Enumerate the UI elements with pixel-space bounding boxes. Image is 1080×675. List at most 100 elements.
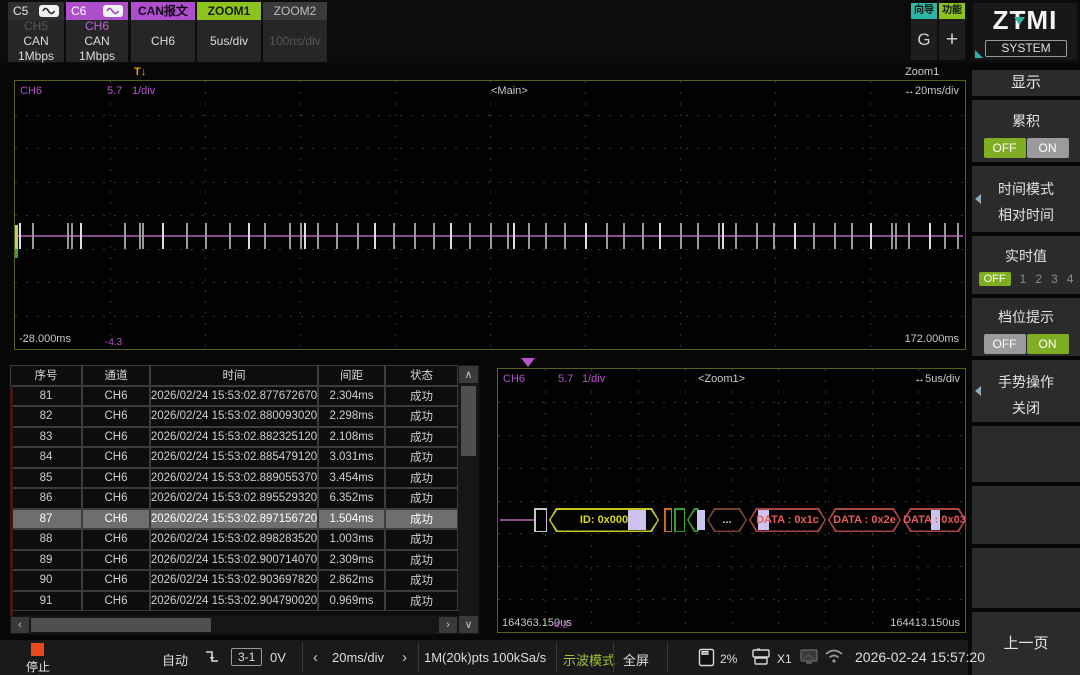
vertical-scrollbar[interactable]: ∧ ∨ xyxy=(458,365,479,634)
decode-segment-id: ID: 0x000 xyxy=(549,508,659,532)
table-cell: 3.031ms xyxy=(318,447,385,468)
realtime-option-4[interactable]: 4 xyxy=(1067,272,1074,286)
table-row[interactable]: 88 CH6 2026/02/24 15:53:02.898283520 1.003m… xyxy=(10,529,480,550)
function-button[interactable]: 功能 + xyxy=(939,3,965,60)
expand-left-arrow-icon xyxy=(975,194,981,204)
table-cell: 成功 xyxy=(385,447,458,468)
system-button[interactable]: SYSTEM xyxy=(985,40,1067,57)
panel-gear-hint: 档位提示 OFF ON xyxy=(972,298,1080,356)
scroll-left-button[interactable]: ‹ xyxy=(11,617,29,633)
can-frame-tick xyxy=(756,223,758,249)
status-bar: 停止 自动 3-1 0V ‹ 20ms/div › 1M(20k)pts 100… xyxy=(0,640,985,675)
sidebar-title: 显示 xyxy=(1010,74,1041,91)
realtime-off-button[interactable]: OFF xyxy=(978,272,1011,286)
scroll-right-button[interactable]: › xyxy=(439,617,457,633)
tab-zoom2-info[interactable]: 100ns/div xyxy=(263,20,327,62)
scale-value: 5.7 xyxy=(107,85,123,97)
table-row[interactable]: 90 CH6 2026/02/24 15:53:02.903697820 2.862m… xyxy=(10,570,480,591)
wifi-icon[interactable] xyxy=(824,649,844,665)
can-frame-tick xyxy=(433,223,435,249)
panel-time-mode[interactable]: 时间模式 相对时间 xyxy=(972,166,1080,232)
table-row[interactable]: 89 CH6 2026/02/24 15:53:02.900714070 2.309m… xyxy=(10,549,480,570)
gesture-value: 关闭 xyxy=(1012,400,1040,416)
tab-can-info[interactable]: CH6 xyxy=(131,20,195,62)
tab-zoom1-info[interactable]: 5us/div xyxy=(197,20,261,62)
right-sidebar: 显示 累积 OFF ON 时间模式 相对时间 实时值 OFF 1 2 3 4 档… xyxy=(972,66,1080,675)
timebase-next-button[interactable]: › xyxy=(402,649,407,666)
tab-zoom1[interactable]: ZOOM1 5us/div xyxy=(197,2,261,62)
can-frame-tick xyxy=(735,223,738,249)
tab-c6[interactable]: C6 CH6 CAN 1Mbps xyxy=(66,2,128,63)
table-cell: CH6 xyxy=(82,385,150,406)
table-row[interactable]: 81 CH6 2026/02/24 15:53:02.877672670 2.304m… xyxy=(10,385,480,406)
horizontal-scrollbar[interactable]: ‹ › xyxy=(10,616,458,634)
table-row[interactable]: 82 CH6 2026/02/24 15:53:02.880093020 2.298m… xyxy=(10,406,480,427)
trigger-level-label[interactable]: 0V xyxy=(270,650,286,665)
table-cell: 2026/02/24 15:53:02.882325120 xyxy=(150,426,318,447)
main-waveform-plot[interactable]: CH6 5.7 1/div <Main> ↔20ms/div -28.000ms… xyxy=(14,80,966,350)
timebase-prev-button[interactable]: ‹ xyxy=(313,649,318,666)
can-frame-tick xyxy=(317,223,320,249)
tab-c6-title: C6 xyxy=(71,4,87,18)
can-frame-tick xyxy=(545,223,548,249)
table-row[interactable]: 84 CH6 2026/02/24 15:53:02.885479120 3.031m… xyxy=(10,447,480,468)
tab-can-message[interactable]: CAN报文 CH6 xyxy=(131,2,195,62)
storage-icon[interactable]: 150 xyxy=(698,648,715,667)
panel-gesture[interactable]: 手势操作 关闭 xyxy=(972,360,1080,422)
table-row[interactable]: 86 CH6 2026/02/24 15:53:02.895529320 6.352m… xyxy=(10,488,480,509)
plus-icon: + xyxy=(945,27,959,51)
table-cell: CH6 xyxy=(82,529,150,550)
accumulate-off-button[interactable]: OFF xyxy=(983,138,1026,158)
table-row[interactable]: 87 CH6 2026/02/24 15:53:02.897156720 1.504m… xyxy=(10,508,480,529)
record-points-label: 1M(20k)pts xyxy=(424,650,490,665)
run-state-label[interactable]: 停止 xyxy=(15,658,61,675)
table-row[interactable]: 85 CH6 2026/02/24 15:53:02.889055370 3.454m… xyxy=(10,467,480,488)
scroll-up-button[interactable]: ∧ xyxy=(459,366,478,383)
tab-c5-info[interactable]: CH5 CAN 1Mbps xyxy=(8,19,64,63)
table-cell: 84 xyxy=(10,447,82,468)
horizontal-scroll-thumb[interactable] xyxy=(31,618,211,632)
trigger-mode-label[interactable]: 自动 xyxy=(162,650,188,669)
gear-hint-on-button[interactable]: ON xyxy=(1026,334,1069,354)
can-frame-tick xyxy=(71,223,74,249)
datetime-label: 2026-02-24 15:57:20 xyxy=(855,649,985,665)
scope-mode-label[interactable]: 示波模式 xyxy=(563,650,615,669)
table-cell: 成功 xyxy=(385,406,458,427)
wizard-button[interactable]: 向导 G xyxy=(911,3,937,60)
realtime-option-2[interactable]: 2 xyxy=(1035,272,1042,286)
table-row[interactable]: 91 CH6 2026/02/24 15:53:02.904790020 0.969m… xyxy=(10,590,480,611)
trigger-position-marker[interactable]: T↓ xyxy=(134,66,146,78)
can-frame-tick xyxy=(186,223,188,249)
falling-edge-trigger-icon[interactable] xyxy=(203,648,221,666)
scroll-down-button[interactable]: ∨ xyxy=(459,616,478,633)
right-time-label: 164413.150us xyxy=(890,617,960,629)
realtime-option-3[interactable]: 3 xyxy=(1051,272,1058,286)
table-row[interactable]: 83 CH6 2026/02/24 15:53:02.882325120 2.108m… xyxy=(10,426,480,447)
gear-hint-off-button[interactable]: OFF xyxy=(983,334,1026,354)
display-icon[interactable] xyxy=(799,648,819,666)
table-cell: 6.352ms xyxy=(318,488,385,509)
zoom-position-marker[interactable] xyxy=(521,358,535,367)
can-frame-tick xyxy=(300,223,302,249)
prev-page-button[interactable]: 上一页 xyxy=(972,612,1080,675)
accumulate-toggle[interactable]: OFF ON xyxy=(972,138,1080,158)
vertical-scroll-thumb[interactable] xyxy=(461,386,476,456)
realtime-option-1[interactable]: 1 xyxy=(1020,272,1027,286)
tab-c6-info[interactable]: CH6 CAN 1Mbps xyxy=(66,19,128,63)
can-frame-tick xyxy=(303,223,306,249)
timebase-value[interactable]: 20ms/div xyxy=(332,650,384,665)
can-frame-tick xyxy=(928,223,931,249)
zoom1-waveform-plot[interactable]: ID: 0x000... DATA : 0x1c DATA : 0x2e DATA :… xyxy=(497,368,966,633)
can-frame-tick xyxy=(623,223,625,249)
gear-hint-toggle[interactable]: OFF ON xyxy=(972,334,1080,354)
tab-zoom2[interactable]: ZOOM2 100ns/div xyxy=(263,2,327,62)
can-frame-table: 序号 通道 时间 间距 状态 81 CH6 2026/02/24 15:53:02.8776… xyxy=(10,365,480,635)
trigger-source-badge[interactable]: 3-1 xyxy=(231,648,263,666)
printer-icon[interactable] xyxy=(751,648,771,666)
cursor-value: 4.3 xyxy=(554,620,568,631)
can-frame-tick xyxy=(721,223,724,249)
tab-c5[interactable]: C5 CH5 CAN 1Mbps xyxy=(8,2,64,63)
accumulate-on-button[interactable]: ON xyxy=(1026,138,1069,158)
table-cell: 2.298ms xyxy=(318,406,385,427)
fullscreen-button[interactable]: 全屏 xyxy=(623,650,649,669)
